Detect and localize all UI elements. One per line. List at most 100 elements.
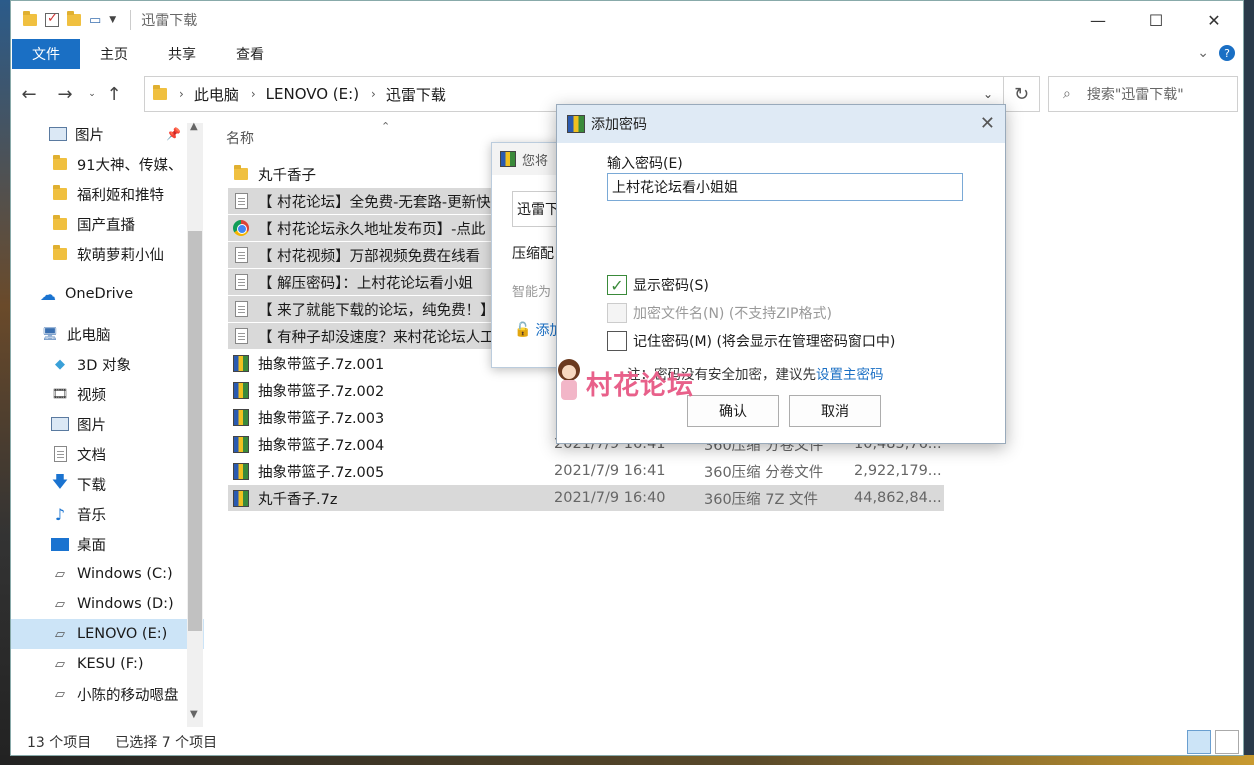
details-view-icon[interactable]	[1187, 730, 1211, 754]
folder-icon	[51, 155, 69, 172]
large-icons-view-icon[interactable]	[1215, 730, 1239, 754]
sidebar-item-label: 视频	[77, 387, 106, 404]
encrypt-filenames-option: 加密文件名(N) (不支持ZIP格式)	[607, 303, 832, 323]
set-master-password-link[interactable]: 设置主密码	[816, 367, 884, 383]
chevron-right-icon[interactable]: ›	[179, 87, 184, 101]
file-name: 【 来了就能下载的论坛，纯免费！】	[258, 302, 495, 319]
sidebar-item-label: 音乐	[77, 507, 106, 524]
ribbon-right: ⌄ ?	[1197, 45, 1235, 61]
sidebar-item-label: KESU (F:)	[77, 656, 144, 672]
confirm-button[interactable]: 确认	[687, 395, 779, 427]
drive-icon[interactable]: ▭	[89, 13, 101, 28]
folder-icon	[232, 165, 250, 183]
archive-icon	[232, 354, 250, 372]
password-input[interactable]: 上村花论坛看小姐姐	[607, 173, 963, 201]
cartoon-girl-icon	[554, 359, 584, 407]
sidebar-item-folder-91[interactable]: 91大神、传媒、	[11, 149, 204, 179]
sidebar-item-drive-f[interactable]: ▱ KESU (F:)	[11, 649, 204, 679]
properties-icon[interactable]	[45, 11, 59, 27]
drive-icon: ▱	[55, 566, 65, 582]
sidebar-item-onedrive[interactable]: ☁ OneDrive	[11, 279, 204, 309]
back-button[interactable]: ←	[11, 84, 47, 105]
close-button[interactable]: ✕	[1185, 1, 1243, 39]
sidebar-item-label: Windows (D:)	[77, 596, 174, 612]
sidebar-item-desktop[interactable]: 桌面	[11, 529, 204, 559]
forward-button[interactable]: →	[47, 84, 83, 105]
close-icon[interactable]: ✕	[980, 113, 995, 134]
expand-ribbon-icon[interactable]: ⌄	[1197, 45, 1209, 61]
up-button[interactable]: ↑	[101, 84, 127, 105]
table-row[interactable]: 抽象带篮子.7z.005 2021/7/9 16:41 360压缩 分卷文件 2…	[228, 458, 944, 484]
scroll-down-icon[interactable]: ▼	[190, 709, 198, 720]
sidebar-item-pictures[interactable]: 图片	[11, 409, 204, 439]
sidebar-item-drive-e[interactable]: ▱ LENOVO (E:)	[11, 619, 204, 649]
new-folder-icon[interactable]	[67, 11, 81, 26]
scroll-up-icon[interactable]: ▲	[190, 121, 198, 132]
cancel-button[interactable]: 取消	[789, 395, 881, 427]
sidebar-item-folder-ruanmeng[interactable]: 软萌萝莉小仙	[11, 239, 204, 269]
file-name: 丸千香子.7z	[258, 491, 338, 508]
onedrive-icon: ☁	[40, 284, 56, 304]
minimize-button[interactable]: —	[1069, 1, 1127, 39]
file-name: 抽象带篮子.7z.005	[258, 464, 385, 481]
sidebar-item-drive-d[interactable]: ▱ Windows (D:)	[11, 589, 204, 619]
file-name: 抽象带篮子.7z.004	[258, 437, 385, 454]
chevron-right-icon[interactable]: ›	[371, 87, 376, 101]
help-icon[interactable]: ?	[1219, 45, 1235, 61]
chevron-down-icon[interactable]: ▼	[109, 15, 116, 25]
sidebar-item-label: 福利姬和推特	[77, 187, 164, 204]
drive-icon: ▱	[55, 656, 65, 672]
sidebar-item-label: 3D 对象	[77, 357, 131, 374]
show-password-option[interactable]: ✓ 显示密码(S)	[607, 275, 709, 295]
explorer-window: ▭ ▼ 迅雷下载 — ☐ ✕ 文件 主页 共享 查看 ⌄ ? ← → ⌄ ↑ ›…	[10, 0, 1244, 756]
sidebar-item-folder-fuli[interactable]: 福利姬和推特	[11, 179, 204, 209]
remember-password-option[interactable]: 记住密码(M) (将会显示在管理密码窗口中)	[607, 331, 895, 351]
tab-file[interactable]: 文件	[12, 39, 80, 69]
table-row[interactable]: 丸千香子.7z 2021/7/9 16:40 360压缩 7Z 文件 44,86…	[228, 485, 944, 511]
watermark: 村花论坛	[554, 359, 694, 407]
archive-icon	[500, 151, 516, 167]
sidebar-scroll-thumb[interactable]	[188, 231, 202, 631]
pin-icon[interactable]: 📌	[166, 127, 181, 141]
breadcrumb-drive[interactable]: LENOVO (E:)	[266, 85, 359, 103]
tab-share[interactable]: 共享	[148, 39, 216, 69]
folder-icon	[23, 11, 37, 26]
breadcrumb-this-pc[interactable]: 此电脑	[194, 84, 239, 105]
archive-icon	[232, 462, 250, 480]
breadcrumb-folder[interactable]: 迅雷下载	[386, 84, 446, 105]
sidebar-item-3d-objects[interactable]: ◆ 3D 对象	[11, 349, 204, 379]
show-password-checkbox[interactable]: ✓	[607, 275, 627, 295]
status-bar: 13 个项目 已选择 7 个项目	[11, 727, 1243, 755]
sidebar-item-label: 下载	[77, 477, 106, 494]
sort-ascending-icon: ⌃	[381, 120, 391, 133]
address-dropdown-icon[interactable]: ⌄	[983, 87, 993, 101]
sidebar-item-pictures-pinned[interactable]: 图片 📌	[11, 119, 204, 149]
tab-view[interactable]: 查看	[216, 39, 284, 69]
maximize-button[interactable]: ☐	[1127, 1, 1185, 39]
sidebar-item-label: Windows (C:)	[77, 566, 173, 582]
recent-locations-icon[interactable]: ⌄	[83, 89, 101, 99]
sidebar-item-downloads[interactable]: 🡇 下载	[11, 469, 204, 499]
sidebar-item-drive-c[interactable]: ▱ Windows (C:)	[11, 559, 204, 589]
encrypt-filenames-label: 加密文件名(N) (不支持ZIP格式)	[633, 306, 832, 322]
remember-password-checkbox[interactable]	[607, 331, 627, 351]
sidebar-item-removable-drive[interactable]: ▱ 小陈的移动嗯盘	[11, 679, 204, 709]
chevron-right-icon[interactable]: ›	[251, 87, 256, 101]
sidebar-item-music[interactable]: ♪ 音乐	[11, 499, 204, 529]
text-file-icon	[232, 192, 250, 210]
sidebar-item-folder-live[interactable]: 国产直播	[11, 209, 204, 239]
folder-icon	[51, 215, 69, 232]
videos-icon: 🎞	[51, 386, 69, 402]
sidebar-item-this-pc[interactable]: 🖥 此电脑	[11, 319, 204, 349]
sidebar-item-videos[interactable]: 🎞 视频	[11, 379, 204, 409]
window-title: 迅雷下载	[130, 10, 197, 30]
search-box[interactable]: ⌕ 搜索"迅雷下载"	[1048, 76, 1238, 112]
file-size: 2,922,179...	[854, 463, 942, 479]
refresh-button[interactable]: ↻	[1004, 76, 1040, 112]
column-header-name[interactable]: 名称 ⌃	[226, 120, 390, 152]
lock-icon: 🔓	[514, 322, 532, 338]
ribbon: 文件 主页 共享 查看 ⌄ ?	[11, 39, 1243, 69]
tab-home[interactable]: 主页	[80, 39, 148, 69]
sidebar-item-documents[interactable]: 文档	[11, 439, 204, 469]
sidebar-item-label: OneDrive	[65, 286, 134, 302]
